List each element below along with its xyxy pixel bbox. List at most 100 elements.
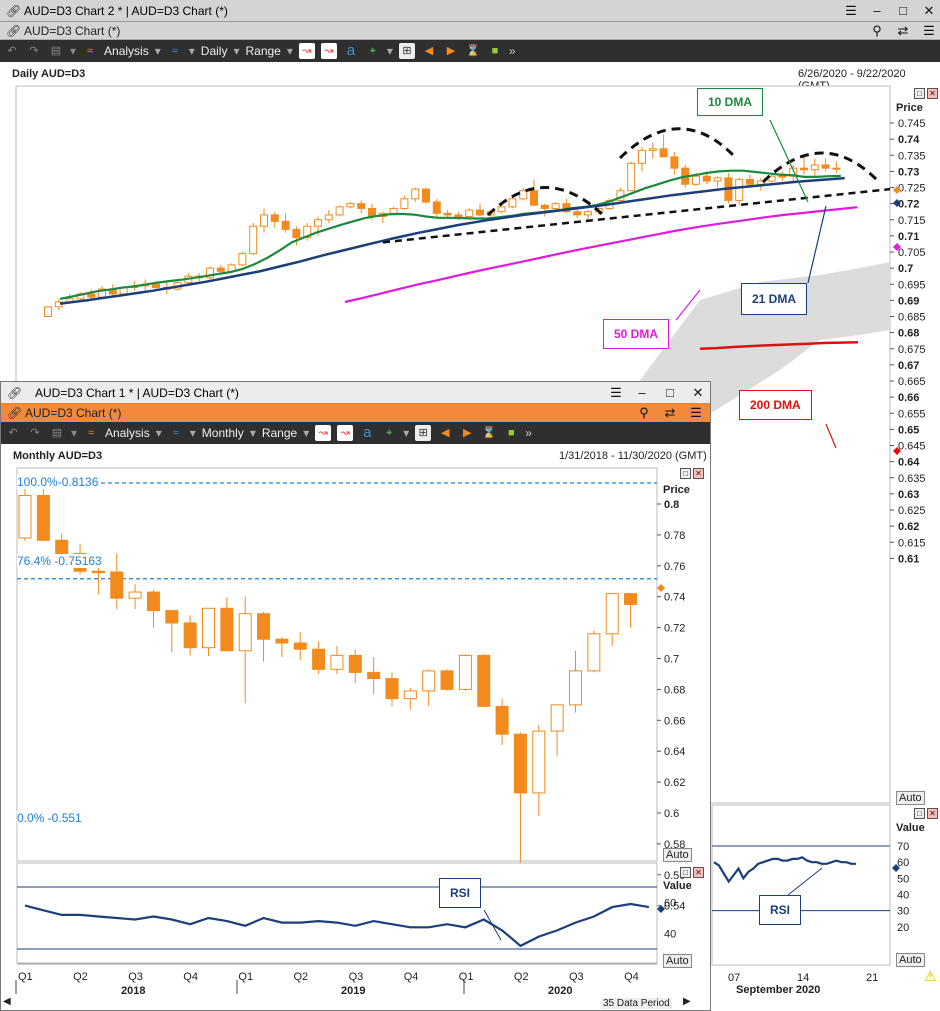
candle-body [821,164,830,169]
candle-body [432,201,441,214]
candle-body [735,178,744,201]
x-tick-label: Q2 [514,971,529,983]
x-tick-label: 07 [728,972,740,984]
y-tick-label: 0.74 [664,592,685,604]
y-tick-label: 0.675 [898,344,926,356]
close-pane-button[interactable]: ✕ [927,808,938,819]
y-tick-label: 0.7 [898,263,913,275]
candle-body [476,209,484,216]
annotation-10-dma: 10 DMA [697,88,764,116]
daily-rsi-auto-button[interactable]: Auto [896,953,925,967]
candle-body [165,610,179,624]
candle-body [128,591,142,599]
candle-body [411,188,420,200]
candle-body [314,219,322,227]
annotation-rsi-monthly: RSI [439,878,482,908]
x-tick-label: Q2 [73,971,88,983]
candle-body [584,211,592,216]
y-tick-label: 0.68 [664,684,685,696]
y-tick-label: 0.615 [898,537,926,549]
candle-body [44,306,52,318]
y-tick-label: 0.665 [898,376,926,388]
candle-body [292,228,301,238]
rsi-tick-label: 40 [664,929,676,941]
y-tick-label: 0.745 [898,118,926,130]
y-tick-label: 0.68 [898,328,919,340]
candle-body [87,293,96,298]
warning-icon[interactable]: ⚠ [924,968,937,985]
candle-body [330,654,344,670]
candle-body [532,730,546,794]
x-month-label: September 2020 [736,984,821,996]
candle-body [91,570,105,574]
candle-body [357,203,366,209]
candle-body [519,190,528,200]
candle-body [508,198,517,208]
candle-body [260,214,268,227]
candle-body [443,212,452,216]
data-period-label: 35 Data Period [601,998,672,1009]
x-year-label: 2020 [548,985,572,997]
candle-body [659,148,668,158]
restore-pane-button[interactable]: □ [680,867,691,878]
y-tick-label: 0.625 [898,505,926,517]
y-tick-label: 0.61 [898,553,919,565]
monthly-price-chart: 0.8 0.78 0.76 0.74 0.72 0.7 0.68 0.66 0.64 0.62 0.… [15,467,685,997]
candle-body [513,733,527,794]
candle-body [238,613,252,652]
candle-body [270,214,279,222]
x-tick-label: Q1 [238,971,253,983]
rsi-tick-label: 70 [897,841,909,853]
candle-body [692,175,700,185]
rsi-tick-label: 50 [897,873,909,885]
y-tick-label: 0.65 [898,424,919,436]
x-year-label: 2018 [121,985,145,997]
candle-body [220,607,234,652]
y-tick-label: 0.76 [664,561,685,573]
monthly-auto-button[interactable]: Auto [663,848,692,862]
daily-auto-button[interactable]: Auto [896,791,925,805]
y-tick-label: 0.735 [898,150,926,162]
y-tick-label: 0.725 [898,183,926,195]
y-tick-label: 0.67 [898,360,919,372]
close-pane-button[interactable]: ✕ [693,867,704,878]
monthly-price-label: Price [663,484,690,496]
candle-body [648,148,657,151]
candle-body [569,670,582,706]
candle-body [110,571,124,599]
y-tick-label: 0.6 [664,808,679,820]
x-tick-label: Q4 [624,971,639,983]
y-tick-label: 0.64 [898,457,920,469]
candle-body [624,593,638,605]
candle-body [293,642,307,650]
y-tick-label: 0.72 [664,623,685,635]
rsi-tick-label: 40 [897,890,909,902]
scroll-left-button[interactable]: ◀ [3,996,11,1007]
restore-pane-button[interactable]: □ [914,808,925,819]
daily-value-label: Value [896,822,925,834]
y-tick-label: 0.655 [898,408,926,420]
candle-body [530,190,538,206]
candle-body [348,654,362,673]
candle-body [324,214,333,221]
candle-body [477,654,491,707]
candle-body [36,495,50,541]
candle-body [670,156,679,169]
candle-body [55,539,69,554]
candle-body [540,204,549,209]
candle-body [146,591,160,612]
x-tick-label: Q3 [349,971,364,983]
y-tick-label: 0.715 [898,215,926,227]
candle-body [403,690,417,700]
scroll-right-button[interactable]: ▶ [683,996,691,1007]
candle-body [440,670,454,690]
rsi-tick-label: 30 [897,906,909,918]
y-tick-label: 0.8 [664,499,679,511]
daily-price-label: Price [896,102,923,114]
y-tick-label: 0.72 [898,199,919,211]
y-tick-label: 0.78 [664,530,685,542]
annotation-200-dma: 200 DMA [739,390,812,420]
y-tick-label: 0.63 [898,489,919,501]
candle-body [702,175,711,182]
monthly-rsi-auto-button[interactable]: Auto [663,954,692,968]
